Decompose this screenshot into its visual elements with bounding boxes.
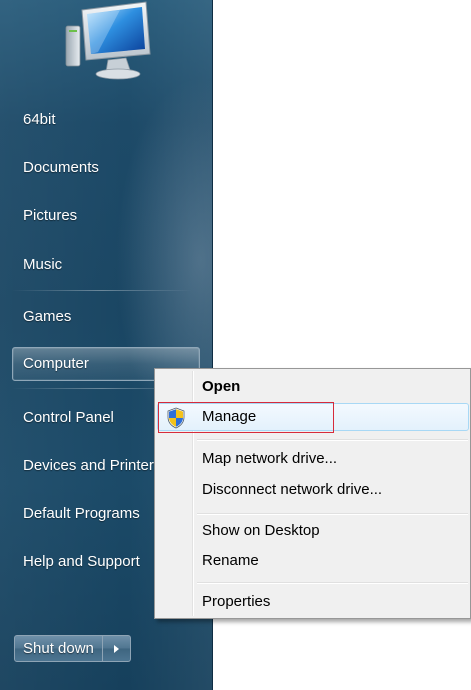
context-item-manage[interactable]: Manage [157, 403, 469, 431]
context-item-rename[interactable]: Rename [157, 547, 469, 575]
start-item-music[interactable]: Music [12, 248, 200, 282]
context-menu-separator [197, 513, 468, 515]
start-item-games[interactable]: Games [12, 300, 200, 334]
context-item-properties[interactable]: Properties [157, 588, 469, 616]
shutdown-options-button[interactable] [102, 635, 131, 662]
context-menu: Open Manage Map network drive... Disconn… [154, 368, 471, 619]
uac-shield-icon [167, 407, 185, 429]
arrow-right-icon [114, 644, 120, 653]
start-item-64bit[interactable]: 64bit [12, 103, 200, 137]
computer-monitor-icon[interactable] [60, 0, 156, 84]
context-item-map-network-drive[interactable]: Map network drive... [157, 445, 469, 473]
context-item-disconnect-network-drive[interactable]: Disconnect network drive... [157, 476, 469, 504]
start-item-pictures[interactable]: Pictures [12, 199, 200, 233]
screenshot-stage: 64bit Documents Pictures Music Games Com… [0, 0, 471, 690]
context-item-manage-label: Manage [202, 408, 257, 425]
start-item-documents[interactable]: Documents [12, 151, 200, 185]
context-item-show-on-desktop[interactable]: Show on Desktop [157, 517, 469, 545]
context-menu-separator [197, 439, 468, 441]
shutdown-button[interactable]: Shut down [14, 635, 103, 662]
context-menu-separator [197, 582, 468, 584]
start-menu-separator [12, 290, 192, 291]
context-item-open[interactable]: Open [157, 373, 469, 401]
shutdown-button-group: Shut down [14, 635, 131, 662]
